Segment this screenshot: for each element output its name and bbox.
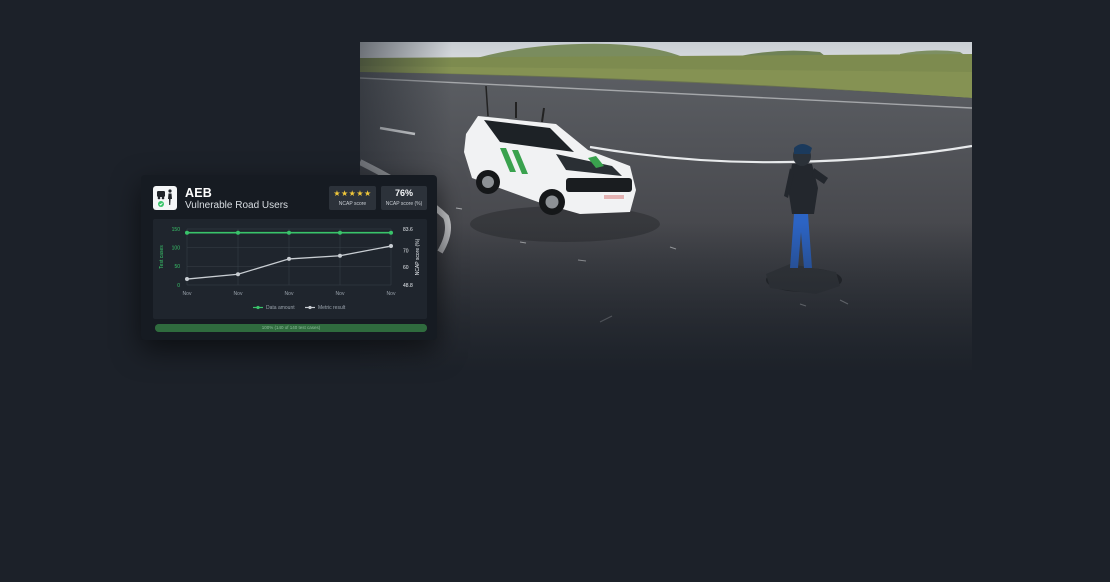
right-axis-tick: 70: [403, 249, 409, 255]
series-1-point: [185, 230, 189, 235]
series-1-point: [338, 230, 342, 235]
right-axis-title: NCAP score (%): [415, 238, 421, 275]
series-1-point: [236, 230, 240, 235]
left-axis-tick: 50: [174, 264, 180, 270]
feature-title: AEB: [185, 186, 212, 200]
series-1-point: [389, 230, 393, 235]
feature-subtitle: Vulnerable Road Users: [185, 200, 289, 211]
aeb-result-card: AEB Vulnerable Road Users ★★★★★ NCAP sco…: [141, 175, 437, 340]
x-axis-tick: Nov: [285, 291, 294, 297]
series-2-point: [287, 256, 291, 261]
right-axis-tick: 48.8: [403, 283, 413, 289]
left-axis-title: Test cases: [159, 245, 165, 269]
test-progress-bar: 100% (140 of 140 test cases): [155, 324, 427, 332]
right-axis-tick: 60: [403, 265, 409, 271]
ncap-percent-badge: 76% NCAP score (%): [381, 186, 427, 210]
legend-label: Data amount: [266, 305, 295, 311]
ncap-percent-value: 76%: [394, 188, 413, 198]
star-rating: ★★★★★: [333, 189, 372, 198]
card-header: AEB Vulnerable Road Users ★★★★★ NCAP sco…: [141, 175, 437, 219]
x-axis-tick: Nov: [183, 291, 192, 297]
left-axis-tick: 0: [177, 283, 180, 289]
test-track-photo: [360, 42, 972, 370]
legend-swatch-dot: [256, 305, 260, 310]
series-2-point: [236, 272, 240, 277]
results-chart-svg: 150 100 50 0 83.6 70 60 48.8 Nov Nov Nov Nov Nov Test…: [159, 227, 421, 311]
x-axis-tick: Nov: [234, 291, 243, 297]
right-axis-tick: 83.6: [403, 227, 413, 233]
ncap-score-caption: NCAP score: [338, 201, 367, 207]
series-2-point: [185, 277, 189, 282]
left-axis-tick: 100: [172, 245, 181, 251]
progress-text: 100% (140 of 140 test cases): [261, 325, 321, 330]
series-2-point: [389, 244, 393, 249]
legend-label: Metric result: [318, 305, 346, 311]
vru-pedestrian-icon: [153, 186, 177, 210]
results-chart: 150 100 50 0 83.6 70 60 48.8 Nov Nov Nov Nov Nov Test…: [153, 219, 427, 319]
series-2-point: [338, 253, 342, 258]
series-1-point: [287, 230, 291, 235]
left-axis-tick: 150: [172, 227, 181, 233]
x-axis-tick: Nov: [387, 291, 396, 297]
legend-swatch-dot: [308, 305, 312, 310]
x-axis-tick: Nov: [336, 291, 345, 297]
ncap-star-score-badge: ★★★★★ NCAP score: [329, 186, 376, 210]
ncap-percent-caption: NCAP score (%): [385, 201, 423, 207]
